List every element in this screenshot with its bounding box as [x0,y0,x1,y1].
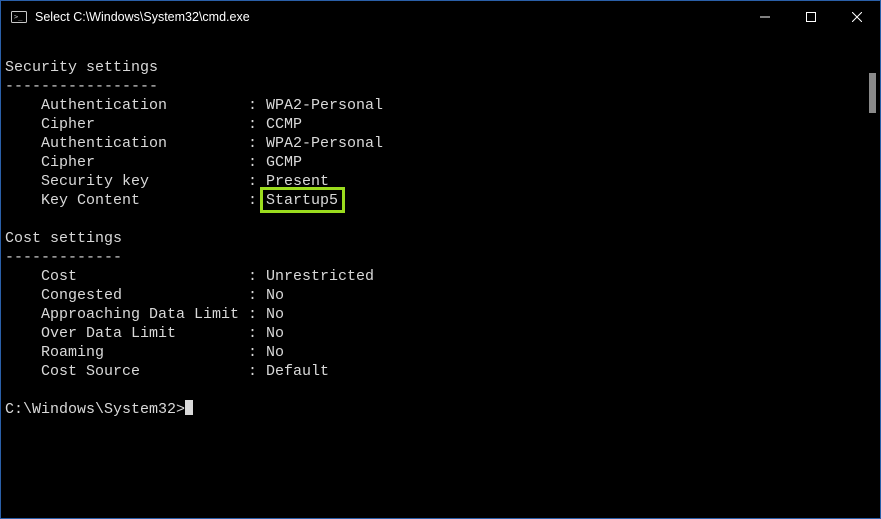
window-title: Select C:\Windows\System32\cmd.exe [35,10,250,24]
minimize-button[interactable] [742,1,788,33]
close-button[interactable] [834,1,880,33]
cmd-window: >_ Select C:\Windows\System32\cmd.exe Se… [0,0,881,519]
cmd-icon: >_ [11,9,27,25]
titlebar[interactable]: >_ Select C:\Windows\System32\cmd.exe [1,1,880,33]
vertical-scrollbar[interactable] [869,73,876,113]
terminal-output: Security settings ----------------- Auth… [1,33,880,419]
svg-text:>_: >_ [14,13,23,21]
terminal-area[interactable]: Security settings ----------------- Auth… [1,33,880,518]
terminal-cursor [185,400,193,415]
maximize-button[interactable] [788,1,834,33]
